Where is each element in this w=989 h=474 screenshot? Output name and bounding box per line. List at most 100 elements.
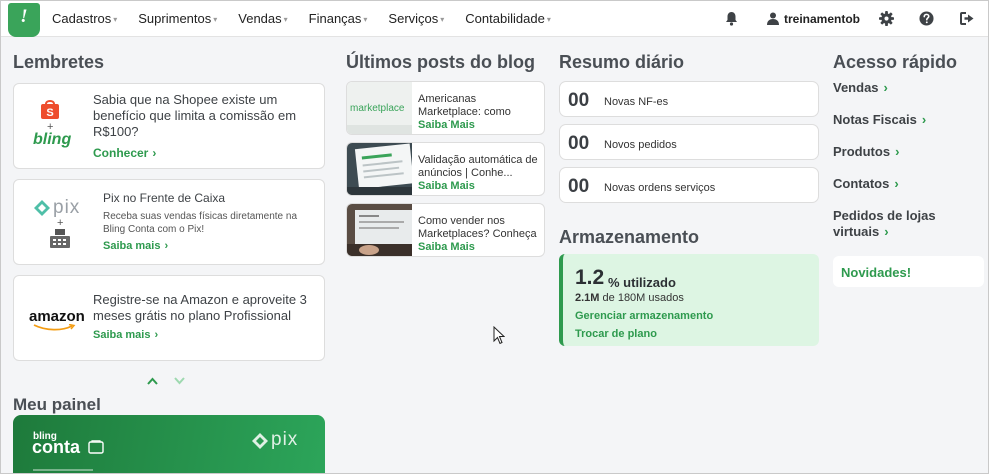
menu-label: Cadastros (52, 11, 112, 26)
reminder-card-pix: pix + Pix no Frente de Caixa Receba suas… (13, 179, 325, 265)
storage-used: 2.1M de 180M usados (575, 292, 684, 304)
menu-label: Vendas (238, 11, 282, 26)
amazon-logo-text: amazon (29, 308, 85, 325)
menu-financas[interactable]: Finanças ▾ (309, 11, 368, 26)
carousel-down-icon[interactable] (174, 377, 185, 385)
novidades-button[interactable]: Novidades! (833, 256, 984, 287)
menu-label: Contabilidade (465, 11, 545, 26)
change-plan-link[interactable]: Trocar de plano (575, 328, 657, 340)
conta-text: conta (32, 437, 81, 457)
pix-logo-icon (252, 433, 268, 449)
top-navigation: ! Cadastros ▾ Suprimentos ▾ Vendas ▾ Finanç… (1, 1, 988, 37)
chevron-right-icon: › (152, 146, 157, 160)
quick-contatos[interactable]: Contatos › (833, 176, 899, 191)
saiba-mais-link[interactable]: Saiba mais › (93, 329, 158, 341)
resumo-pedidos[interactable]: 00 Novos pedidos (559, 124, 819, 160)
logo-glyph: ! (20, 6, 28, 27)
saiba-mais-link[interactable]: Saiba Mais (418, 241, 475, 253)
saiba-mais-link[interactable]: Saiba Mais (418, 180, 475, 192)
resumo-value: 00 (568, 176, 590, 197)
pix-logo-text: pix (53, 197, 81, 218)
quick-label: Notas Fiscais (833, 112, 917, 127)
chevron-down-icon: ▾ (546, 15, 551, 24)
resumo-ordens[interactable]: 00 Novas ordens serviços (559, 167, 819, 203)
storage-used-rest: de 180M usados (602, 292, 684, 304)
menu-label: Serviços (388, 11, 439, 26)
help-icon[interactable] (919, 11, 934, 26)
storage-percent: 1.2 (575, 266, 605, 289)
app-frame: ! Cadastros ▾ Suprimentos ▾ Vendas ▾ Finanç… (0, 0, 989, 474)
manage-storage-link[interactable]: Gerenciar armazenamento (575, 310, 713, 322)
quick-label: Contatos (833, 176, 890, 191)
meu-painel-title: Meu painel (13, 395, 101, 414)
blog-post-1[interactable]: marketplace Americanas Marketplace: como… (346, 81, 545, 135)
amazon-smile-icon (33, 324, 76, 331)
resumo-nfes[interactable]: 00 Novas NF-es (559, 81, 819, 117)
menu-cadastros[interactable]: Cadastros ▾ (52, 11, 117, 26)
storage-used-value: 2.1M (575, 292, 600, 304)
blog-post-2[interactable]: Validação automática de anúncios | Conhe… (346, 142, 545, 196)
quick-notas-fiscais[interactable]: Notas Fiscais › (833, 112, 926, 127)
blog-post-title: Como vender nos Marketplaces? Conheça as… (418, 215, 537, 243)
main-menu: Cadastros ▾ Suprimentos ▾ Vendas ▾ Finanças… (52, 11, 572, 26)
lembretes-title: Lembretes (13, 52, 105, 72)
armazenamento-title: Armazenamento (559, 227, 700, 247)
menu-servicos[interactable]: Serviços ▾ (388, 11, 444, 26)
reminder-text: Sabia que na Shopee existe um benefício … (93, 92, 297, 139)
svg-text:S: S (46, 107, 53, 119)
bling-conta-banner[interactable]: bling conta pix (13, 415, 325, 473)
blog-thumbnail (347, 143, 412, 195)
menu-label: Suprimentos (138, 11, 212, 26)
conhecer-link[interactable]: Conhecer › (93, 146, 156, 160)
bling-logo[interactable]: ! (8, 3, 40, 37)
quick-produtos[interactable]: Produtos › (833, 144, 899, 159)
reminder-text: Receba suas vendas físicas diretamente n… (103, 211, 297, 235)
novidades-label: Novidades! (841, 265, 912, 280)
quick-vendas[interactable]: Vendas › (833, 80, 888, 95)
plus-sign: + (57, 217, 64, 229)
quick-pedidos-lojas[interactable]: Pedidos de lojas virtuais › (833, 208, 973, 240)
saiba-mais-link[interactable]: Saiba Mais (418, 119, 475, 131)
logout-icon[interactable] (960, 12, 975, 25)
chevron-right-icon: › (895, 144, 900, 159)
quick-label: Produtos (833, 144, 891, 159)
chevron-right-icon: › (164, 240, 169, 252)
banner-text-partial (33, 469, 93, 471)
menu-contabilidade[interactable]: Contabilidade ▾ (465, 11, 551, 26)
shopee-bag-icon: S (41, 100, 59, 119)
chevron-right-icon: › (154, 329, 159, 341)
chevron-right-icon: › (921, 112, 927, 127)
chevron-down-icon: ▾ (213, 15, 218, 24)
resumo-title: Resumo diário (559, 52, 685, 72)
resumo-label: Novas NF-es (604, 96, 669, 108)
gear-icon[interactable] (879, 11, 894, 26)
resumo-value: 00 (568, 90, 590, 111)
quick-label: Vendas (833, 80, 879, 95)
blog-post-title: Americanas Marketplace: como anunciar e.… (418, 93, 511, 121)
blog-thumbnail (347, 204, 412, 256)
wallet-icon (88, 440, 104, 454)
chevron-right-icon: › (883, 80, 888, 95)
chevron-down-icon: ▾ (113, 15, 118, 24)
pix-logo-icon (34, 200, 50, 216)
link-label: Saiba mais (103, 240, 161, 252)
user-icon[interactable] (767, 12, 779, 25)
reminder-heading: Pix no Frente de Caixa (103, 191, 226, 205)
chevron-down-icon: ▾ (440, 15, 445, 24)
bell-icon[interactable] (725, 11, 738, 26)
carousel-up-icon[interactable] (147, 377, 158, 385)
resumo-value: 00 (568, 133, 590, 154)
menu-suprimentos[interactable]: Suprimentos ▾ (138, 11, 217, 26)
menu-vendas[interactable]: Vendas ▾ (238, 11, 287, 26)
link-label: Conhecer (93, 146, 149, 160)
saiba-mais-link[interactable]: Saiba mais › (103, 240, 168, 252)
blog-post-3[interactable]: Como vender nos Marketplaces? Conheça as… (346, 203, 545, 257)
link-label: Saiba mais (93, 329, 151, 341)
mouse-cursor-icon (493, 326, 505, 345)
chevron-right-icon: › (894, 176, 899, 191)
cash-register-icon (50, 229, 70, 248)
chevron-down-icon: ▾ (363, 15, 368, 24)
resumo-label: Novos pedidos (604, 139, 677, 151)
username-label[interactable]: treinamentob (784, 12, 860, 26)
resumo-label: Novas ordens serviços (604, 182, 716, 194)
